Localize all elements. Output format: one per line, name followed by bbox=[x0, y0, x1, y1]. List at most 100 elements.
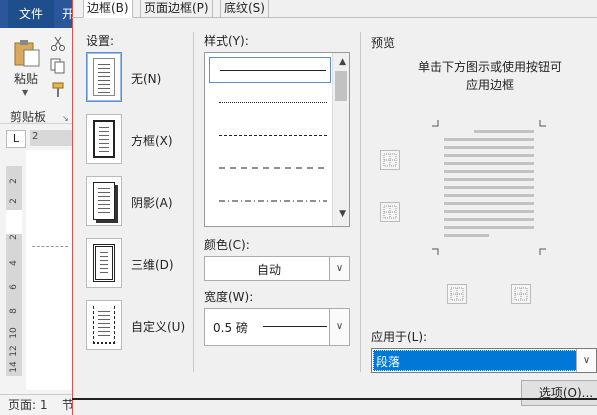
top-border-button[interactable] bbox=[380, 150, 400, 170]
horizontal-inside-border-button[interactable] bbox=[380, 202, 400, 222]
width-value: 0.5 磅 bbox=[213, 321, 248, 335]
chevron-down-icon[interactable]: ∨ bbox=[329, 309, 349, 345]
wide-dash-line-sample bbox=[219, 167, 327, 169]
corner-mark bbox=[539, 120, 546, 127]
dialog-edge-line bbox=[72, 398, 597, 400]
preview-line bbox=[444, 234, 489, 237]
style-list-scrollbar[interactable]: ▲ ▼ bbox=[332, 53, 349, 226]
setting-box-label[interactable]: 方框(X) bbox=[131, 132, 173, 149]
format-painter-icon[interactable] bbox=[50, 82, 66, 98]
inside-border-icon bbox=[383, 205, 397, 219]
dotted-line-sample bbox=[219, 102, 327, 103]
dashed-line-sample bbox=[219, 135, 327, 136]
scroll-up-icon[interactable]: ▲ bbox=[339, 57, 346, 67]
setting-3d-button[interactable] bbox=[86, 238, 122, 288]
apply-to-value: 段落 bbox=[376, 355, 401, 369]
style-solid[interactable] bbox=[209, 57, 331, 83]
page-preview-icon bbox=[93, 58, 115, 96]
width-line-sample bbox=[263, 326, 327, 327]
chevron-down-icon[interactable]: ∨ bbox=[576, 349, 596, 372]
color-label: 颜色(C): bbox=[204, 238, 250, 252]
preview-line bbox=[444, 154, 534, 157]
ruler-number: 10 bbox=[9, 327, 19, 339]
paste-label[interactable]: 粘贴 bbox=[14, 70, 38, 87]
preview-line bbox=[444, 226, 534, 229]
ruler-number: 12 bbox=[9, 345, 19, 357]
column-divider bbox=[360, 32, 361, 372]
corner-mark bbox=[539, 248, 546, 255]
paste-icon[interactable] bbox=[12, 38, 42, 68]
cut-icon[interactable] bbox=[50, 36, 66, 52]
scroll-down-icon[interactable]: ▼ bbox=[339, 209, 346, 219]
preview-line bbox=[474, 130, 534, 133]
preview-line bbox=[444, 162, 534, 165]
tab-page-borders[interactable]: 页面边框(P) bbox=[140, 0, 213, 18]
preview-hint-line1: 单击下方图示或使用按钮可 bbox=[417, 60, 562, 74]
setting-3d-label[interactable]: 三维(D) bbox=[131, 256, 174, 273]
paragraph-mark-line bbox=[32, 246, 68, 247]
preview-group-label: 预览 bbox=[371, 36, 396, 50]
ruler-number: 2 bbox=[32, 131, 39, 142]
ruler-number: 4 bbox=[9, 260, 19, 266]
ruler-number: 2 bbox=[9, 178, 19, 184]
setting-shadow-button[interactable] bbox=[86, 176, 122, 226]
file-tab[interactable]: 文件 bbox=[8, 0, 54, 28]
chevron-down-icon[interactable]: ∨ bbox=[329, 257, 349, 280]
right-border-button[interactable] bbox=[511, 284, 531, 304]
left-border-button[interactable] bbox=[447, 284, 467, 304]
document-page[interactable] bbox=[26, 150, 72, 390]
copy-icon[interactable] bbox=[50, 58, 66, 74]
ruler-number: 6 bbox=[9, 284, 19, 290]
clipboard-group-label: 剪贴板 bbox=[10, 110, 47, 124]
preview-line bbox=[444, 170, 534, 173]
options-button[interactable]: 选项(O)... bbox=[521, 380, 597, 406]
ruler-number: 14 bbox=[9, 361, 19, 373]
color-dropdown[interactable]: 自动 ∨ bbox=[204, 256, 350, 281]
tab-borders[interactable]: 边框(B) bbox=[83, 0, 133, 18]
ruler-number: 8 bbox=[9, 308, 19, 314]
preview-line bbox=[444, 210, 534, 213]
page-number-status[interactable]: 页面: 1 bbox=[8, 396, 48, 413]
left-border-icon bbox=[450, 287, 464, 301]
paste-dropdown-icon[interactable]: ▼ bbox=[22, 88, 28, 97]
preview-line bbox=[444, 146, 534, 149]
style-dashed-wide[interactable] bbox=[209, 156, 331, 182]
setting-box-button[interactable] bbox=[86, 114, 122, 164]
ruler-number: 2 bbox=[9, 234, 19, 240]
corner-mark bbox=[432, 248, 439, 255]
right-border-icon bbox=[514, 287, 528, 301]
setting-group-label: 设置: bbox=[86, 34, 115, 48]
ruler-number: 2 bbox=[9, 198, 19, 204]
setting-custom-label[interactable]: 自定义(U) bbox=[131, 318, 185, 335]
preview-line bbox=[444, 218, 534, 221]
style-listbox[interactable]: ▲ ▼ bbox=[204, 52, 350, 227]
solid-line-sample bbox=[220, 70, 326, 71]
width-label: 宽度(W): bbox=[204, 290, 254, 304]
dash-dot-line-sample bbox=[219, 200, 327, 202]
width-dropdown[interactable]: 0.5 磅 ∨ bbox=[204, 308, 350, 346]
apply-to-label: 应用于(L): bbox=[371, 330, 428, 344]
setting-none-button[interactable] bbox=[86, 52, 122, 102]
style-dash-dot[interactable] bbox=[209, 189, 331, 215]
box-page-icon bbox=[93, 120, 115, 158]
setting-shadow-label[interactable]: 阴影(A) bbox=[131, 194, 173, 211]
3d-page-icon bbox=[93, 244, 115, 282]
scroll-thumb[interactable] bbox=[335, 71, 347, 101]
preview-area[interactable] bbox=[432, 120, 546, 255]
dialog-launcher-icon[interactable]: ↘ bbox=[62, 114, 69, 123]
corner-mark bbox=[432, 120, 439, 127]
preview-line bbox=[444, 178, 534, 181]
tab-shading[interactable]: 底纹(S) bbox=[220, 0, 269, 18]
apply-to-dropdown[interactable]: 段落 ∨ bbox=[371, 348, 597, 373]
tab-selector[interactable]: L bbox=[6, 130, 26, 148]
setting-none-label[interactable]: 无(N) bbox=[131, 70, 161, 87]
preview-line bbox=[444, 186, 534, 189]
top-border-icon bbox=[383, 153, 397, 167]
style-dashed[interactable] bbox=[209, 123, 331, 149]
preview-line bbox=[444, 202, 534, 205]
shadow-page-icon bbox=[93, 182, 115, 220]
selected-option-highlight bbox=[373, 350, 578, 371]
setting-custom-button[interactable] bbox=[86, 300, 122, 350]
custom-page-icon bbox=[93, 306, 115, 344]
style-dotted[interactable] bbox=[209, 90, 331, 116]
